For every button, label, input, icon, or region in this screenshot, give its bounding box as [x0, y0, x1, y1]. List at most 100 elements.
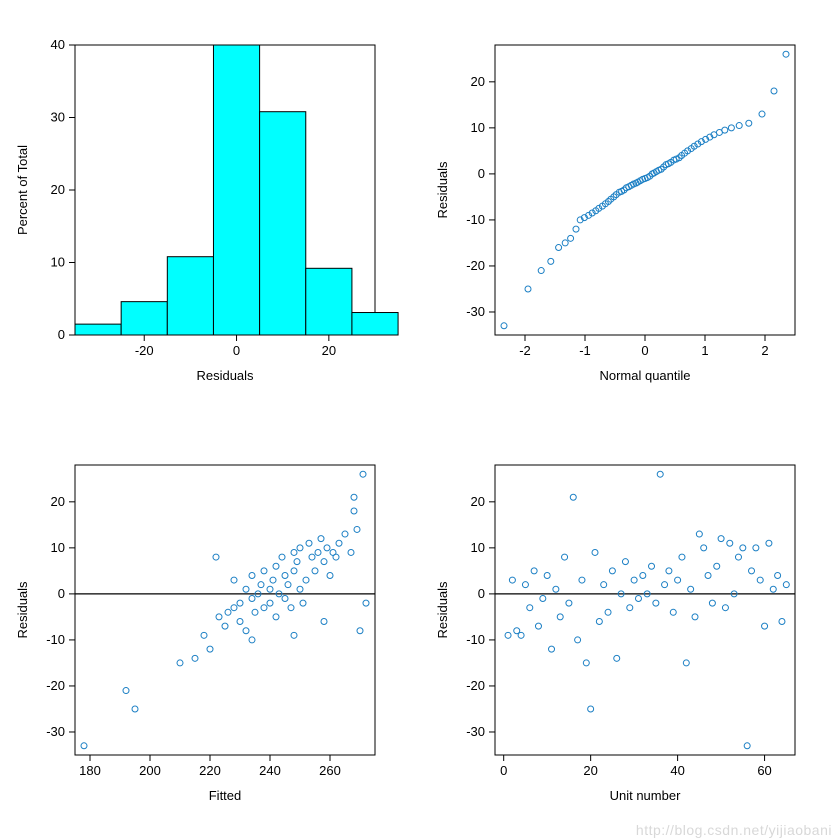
data-point — [675, 577, 681, 583]
data-point — [132, 706, 138, 712]
data-point — [544, 572, 550, 578]
x-tick-label: 180 — [79, 763, 101, 778]
data-point — [249, 595, 255, 601]
y-tick-label: 20 — [471, 494, 485, 509]
data-point — [336, 540, 342, 546]
data-point — [622, 559, 628, 565]
histogram-bar — [306, 268, 352, 335]
panel-resid-unit: 0204060-30-20-1001020Unit numberResidual… — [420, 420, 840, 840]
x-tick-label: 260 — [319, 763, 341, 778]
x-axis-title: Unit number — [610, 788, 681, 803]
y-tick-label: -20 — [46, 678, 65, 693]
data-point — [267, 600, 273, 606]
data-point — [231, 577, 237, 583]
data-point — [327, 572, 333, 578]
data-point — [640, 572, 646, 578]
x-tick-label: 40 — [670, 763, 684, 778]
data-point — [273, 614, 279, 620]
data-point — [273, 563, 279, 569]
y-tick-label: 0 — [58, 586, 65, 601]
data-point — [501, 323, 507, 329]
histogram-bar — [167, 257, 213, 335]
data-point — [556, 245, 562, 251]
data-point — [579, 577, 585, 583]
data-point — [735, 554, 741, 560]
data-point — [635, 595, 641, 601]
x-tick-label: 240 — [259, 763, 281, 778]
y-tick-label: 10 — [51, 255, 65, 270]
data-point — [562, 554, 568, 560]
data-point — [258, 582, 264, 588]
data-point — [243, 586, 249, 592]
y-tick-label: 20 — [51, 182, 65, 197]
x-tick-label: -1 — [579, 343, 591, 358]
data-point — [779, 619, 785, 625]
data-point — [318, 536, 324, 542]
data-point — [762, 623, 768, 629]
data-point — [291, 632, 297, 638]
data-point — [363, 600, 369, 606]
data-point — [207, 646, 213, 652]
data-point — [309, 554, 315, 560]
data-point — [525, 286, 531, 292]
data-point — [249, 572, 255, 578]
x-tick-label: 0 — [233, 343, 240, 358]
resid-fitted-chart: 180200220240260-30-20-1001020FittedResid… — [0, 420, 420, 840]
data-point — [348, 549, 354, 555]
y-tick-label: -30 — [466, 724, 485, 739]
data-point — [627, 605, 633, 611]
data-point — [321, 559, 327, 565]
data-point — [744, 743, 750, 749]
data-point — [631, 577, 637, 583]
chart-grid: -20 0 20 0 10 20 30 40 Residuals Percent of Total… — [0, 0, 840, 840]
data-point — [222, 623, 228, 629]
data-point — [740, 545, 746, 551]
histogram-bar — [213, 45, 259, 335]
data-point — [753, 545, 759, 551]
x-tick-label: 0 — [641, 343, 648, 358]
y-axis-title: Percent of Total — [15, 145, 30, 235]
data-point — [649, 563, 655, 569]
data-point — [566, 600, 572, 606]
histogram-chart: -20020010203040ResidualsPercent of Total — [0, 0, 420, 420]
y-tick-label: 30 — [51, 110, 65, 125]
data-point — [718, 536, 724, 542]
y-axis-title: Residuals — [435, 581, 450, 639]
y-tick-label: -10 — [466, 632, 485, 647]
y-tick-label: 10 — [51, 540, 65, 555]
data-point — [527, 605, 533, 611]
data-point — [596, 619, 602, 625]
histogram-bar — [121, 302, 167, 335]
data-point — [351, 494, 357, 500]
y-tick-label: 0 — [58, 327, 65, 342]
resid-unit-chart: 0204060-30-20-1001020Unit numberResidual… — [420, 420, 840, 840]
data-point — [192, 655, 198, 661]
data-point — [727, 540, 733, 546]
data-point — [766, 540, 772, 546]
x-tick-label: -20 — [135, 343, 154, 358]
data-point — [321, 619, 327, 625]
data-point — [714, 563, 720, 569]
data-point — [213, 554, 219, 560]
plot-box — [75, 465, 375, 755]
y-tick-label: -10 — [46, 632, 65, 647]
data-point — [294, 559, 300, 565]
data-point — [783, 51, 789, 57]
data-point — [775, 572, 781, 578]
x-tick-label: 220 — [199, 763, 221, 778]
data-point — [357, 628, 363, 634]
data-point — [722, 127, 728, 133]
y-tick-label: 10 — [471, 120, 485, 135]
data-point — [683, 660, 689, 666]
data-point — [177, 660, 183, 666]
data-point — [297, 545, 303, 551]
data-point — [614, 655, 620, 661]
data-point — [535, 623, 541, 629]
data-point — [509, 577, 515, 583]
data-point — [243, 628, 249, 634]
x-tick-label: 60 — [757, 763, 771, 778]
y-tick-label: 0 — [478, 166, 485, 181]
data-point — [749, 568, 755, 574]
data-point — [771, 88, 777, 94]
x-axis-title: Residuals — [196, 368, 254, 383]
